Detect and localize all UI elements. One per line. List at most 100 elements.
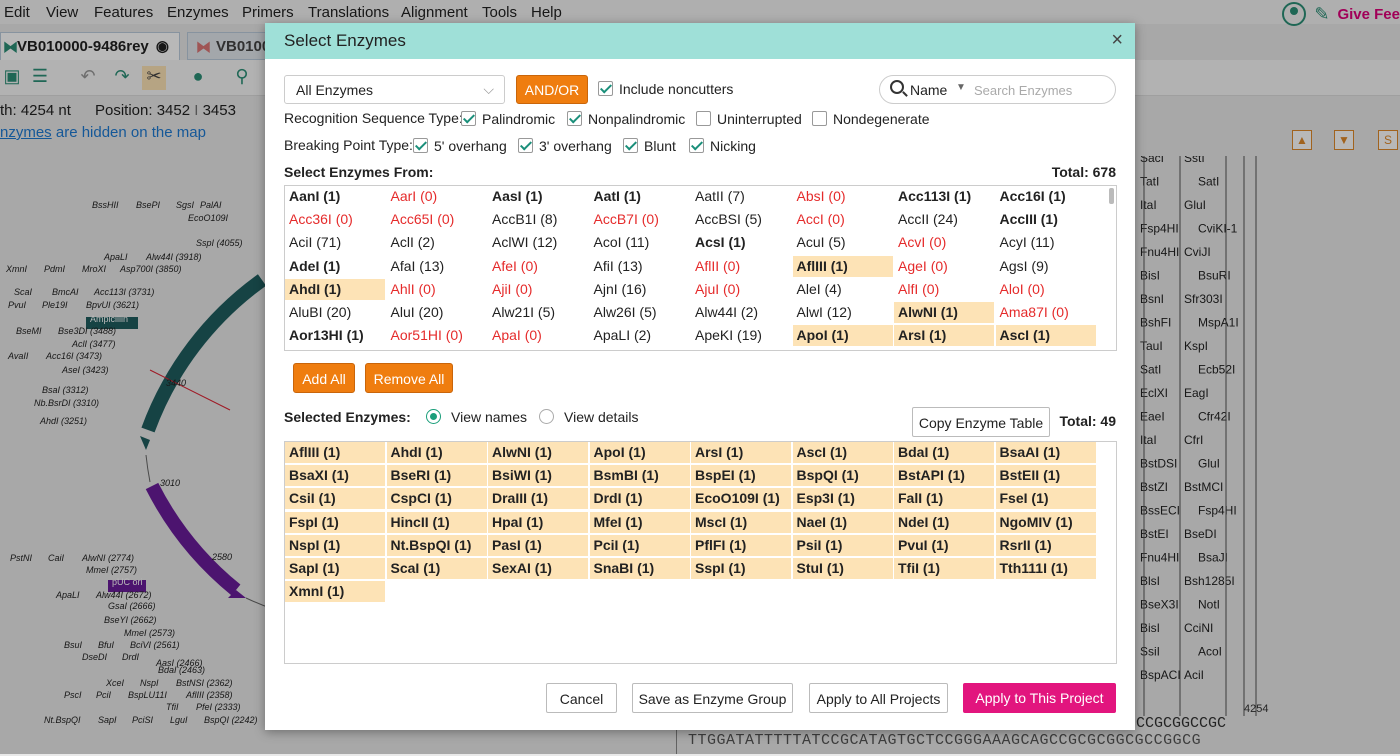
recognition-palindromic-checkbox[interactable]: Palindromic — [461, 111, 555, 127]
remove-all-button[interactable]: Remove All — [365, 363, 453, 393]
selected-enzyme[interactable]: FseI (1) — [995, 488, 1096, 510]
view-names-radio[interactable]: View names — [426, 409, 527, 425]
selected-enzyme[interactable]: Esp3I (1) — [792, 488, 893, 510]
enzyme-option[interactable]: Aor13HI (1) — [285, 325, 385, 346]
enzyme-option[interactable]: AlwI (12) — [793, 302, 893, 323]
enzyme-option[interactable]: AhdI (1) — [285, 278, 385, 300]
enzyme-option[interactable]: AcoI (11) — [590, 232, 690, 253]
selected-enzyme[interactable]: AflIII (1) — [285, 442, 385, 463]
enzyme-option[interactable]: AccIII (1) — [996, 209, 1096, 230]
enzyme-option[interactable]: AluI (20) — [387, 302, 487, 323]
include-noncutters-checkbox[interactable]: Include noncutters — [598, 81, 733, 97]
copy-enzyme-table-button[interactable]: Copy Enzyme Table — [912, 407, 1050, 437]
selected-enzyme[interactable]: RsrII (1) — [995, 534, 1096, 556]
enzyme-option[interactable]: AcyI (11) — [996, 232, 1096, 253]
selected-enzyme[interactable]: SexAI (1) — [488, 558, 588, 579]
enzyme-option[interactable]: AcsI (1) — [691, 232, 791, 253]
selected-enzyme[interactable]: NspI (1) — [285, 534, 385, 556]
enzyme-option[interactable]: AjnI (16) — [590, 279, 690, 300]
enzyme-option[interactable]: Alw21I (5) — [488, 302, 588, 323]
breaking-nicking-checkbox[interactable]: Nicking — [689, 138, 756, 154]
enzyme-option[interactable]: AdeI (1) — [285, 256, 385, 277]
view-details-radio[interactable]: View details — [539, 409, 638, 425]
selected-enzyme[interactable]: NaeI (1) — [792, 511, 893, 533]
enzyme-option[interactable]: ApaLI (2) — [590, 325, 690, 346]
enzyme-option[interactable]: ApeKI (19) — [691, 325, 791, 346]
enzyme-option[interactable]: AcvI (0) — [894, 232, 994, 253]
selected-enzyme[interactable]: ArsI (1) — [691, 442, 791, 463]
save-enzyme-group-button[interactable]: Save as Enzyme Group — [632, 683, 793, 713]
selected-enzyme[interactable]: AscI (1) — [792, 442, 893, 463]
selected-enzyme[interactable]: XmnI (1) — [285, 581, 385, 603]
enzyme-option[interactable]: AbsI (0) — [793, 186, 893, 207]
enzyme-option[interactable]: AclI (2) — [387, 232, 487, 253]
selected-enzyme[interactable]: BdaI (1) — [894, 442, 994, 463]
selected-enzyme[interactable]: Tth111I (1) — [995, 558, 1096, 579]
selected-enzyme[interactable]: TfiI (1) — [894, 558, 994, 579]
selected-enzyme[interactable]: BstAPI (1) — [894, 465, 994, 487]
selected-enzyme[interactable]: PvuI (1) — [894, 534, 994, 556]
enzyme-option[interactable]: AatI (1) — [590, 186, 690, 207]
enzyme-option[interactable]: ArsI (1) — [894, 325, 994, 347]
cancel-button[interactable]: Cancel — [546, 683, 617, 713]
selected-enzyme[interactable]: BsaXI (1) — [285, 465, 385, 487]
selected-enzyme[interactable]: Nt.BspQI (1) — [386, 534, 487, 556]
enzyme-option[interactable]: AlfI (0) — [894, 279, 994, 300]
enzyme-option[interactable]: AhlI (0) — [387, 279, 487, 300]
selected-enzyme[interactable]: DrdI (1) — [589, 488, 690, 510]
enzyme-option[interactable]: AccB1I (8) — [488, 209, 588, 230]
enzyme-option[interactable]: AciI (71) — [285, 232, 385, 253]
enzyme-option[interactable]: AjuI (0) — [691, 279, 791, 300]
selected-enzyme[interactable]: PflFI (1) — [691, 534, 791, 556]
selected-enzymes-grid[interactable]: AflIII (1) AhdI (1) AlwNI (1) ApoI (1) ArsI … — [284, 441, 1117, 664]
enzyme-source-grid[interactable]: AanI (1) AarI (0) AasI (1) AatI (1) AatII (7… — [284, 185, 1117, 351]
and-or-button[interactable]: AND/OR — [516, 75, 588, 104]
enzyme-option[interactable]: AluBI (20) — [285, 302, 385, 323]
enzyme-option[interactable]: AccBSI (5) — [691, 209, 791, 230]
scrollbar[interactable] — [1109, 188, 1114, 204]
enzyme-option[interactable]: AanI (1) — [285, 186, 385, 207]
selected-enzyme[interactable]: CspCI (1) — [386, 488, 487, 510]
selected-enzyme[interactable]: AhdI (1) — [386, 442, 487, 463]
enzyme-option[interactable]: AscI (1) — [995, 325, 1096, 347]
enzyme-option[interactable]: Ama87I (0) — [996, 302, 1096, 323]
enzyme-option[interactable]: AarI (0) — [387, 186, 487, 207]
selected-enzyme[interactable]: MscI (1) — [691, 511, 791, 533]
breaking-blunt-checkbox[interactable]: Blunt — [623, 138, 676, 154]
apply-this-project-button[interactable]: Apply to This Project — [963, 683, 1116, 713]
enzyme-option[interactable]: AloI (0) — [996, 279, 1096, 300]
selected-enzyme[interactable]: DraIII (1) — [488, 488, 588, 510]
enzyme-option[interactable]: AjiI (0) — [488, 279, 588, 300]
selected-enzyme[interactable]: PsiI (1) — [792, 534, 893, 556]
enzyme-set-dropdown[interactable]: All Enzymes ⌵ — [284, 75, 505, 104]
enzyme-option[interactable]: AfaI (13) — [387, 256, 487, 277]
enzyme-option[interactable]: Alw44I (2) — [691, 302, 791, 323]
selected-enzyme[interactable]: BsiWI (1) — [488, 465, 588, 487]
selected-enzyme[interactable]: BspQI (1) — [792, 465, 893, 487]
enzyme-option[interactable]: AatII (7) — [691, 186, 791, 207]
enzyme-option[interactable]: ApaI (0) — [488, 325, 588, 346]
selected-enzyme[interactable]: MfeI (1) — [589, 511, 690, 533]
enzyme-option[interactable]: Acc113I (1) — [894, 186, 994, 207]
enzyme-option[interactable]: AccI (0) — [793, 209, 893, 230]
selected-enzyme[interactable]: CsiI (1) — [285, 488, 385, 510]
breaking-3-overhang-checkbox[interactable]: 3' overhang — [518, 138, 612, 154]
selected-enzyme[interactable]: NdeI (1) — [894, 511, 994, 533]
close-icon[interactable]: × — [1111, 30, 1123, 50]
selected-enzyme[interactable]: FspI (1) — [285, 511, 385, 533]
search-field-select[interactable]: Name — [910, 82, 947, 98]
enzyme-option[interactable]: AlwNI (1) — [894, 302, 994, 323]
enzyme-option[interactable]: Acc16I (1) — [996, 186, 1096, 207]
enzyme-option[interactable]: AasI (1) — [488, 186, 588, 207]
enzyme-option[interactable]: AgsI (9) — [996, 256, 1096, 277]
breaking-5-overhang-checkbox[interactable]: 5' overhang — [413, 138, 507, 154]
enzyme-option[interactable]: AccII (24) — [894, 209, 994, 230]
apply-all-projects-button[interactable]: Apply to All Projects — [809, 683, 948, 713]
recognition-nonpalindromic-checkbox[interactable]: Nonpalindromic — [567, 111, 685, 127]
enzyme-option[interactable]: AfeI (0) — [488, 256, 588, 277]
enzyme-option[interactable]: Aor51HI (0) — [387, 325, 487, 346]
selected-enzyme[interactable]: BsmBI (1) — [589, 465, 690, 487]
selected-enzyme[interactable]: ApoI (1) — [589, 442, 690, 463]
enzyme-option[interactable]: AflII (0) — [691, 256, 791, 277]
enzyme-option[interactable]: AcuI (5) — [793, 232, 893, 253]
